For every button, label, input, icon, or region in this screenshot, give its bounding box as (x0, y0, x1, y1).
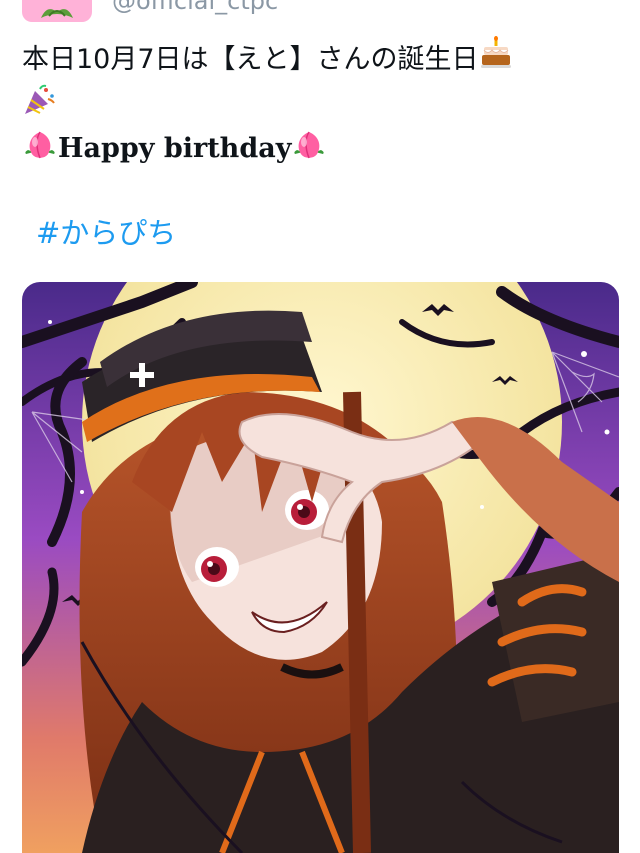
tweet-header: @official_ctpc (0, 0, 640, 24)
leaf-logo-icon (41, 9, 73, 18)
peach-icon (291, 128, 327, 169)
tweet-media-image[interactable] (22, 282, 619, 853)
avatar[interactable] (22, 0, 92, 22)
tweet-text-line3: Happy birthday (58, 132, 292, 164)
user-handle[interactable]: @official_ctpc (112, 0, 278, 15)
illustration (22, 282, 619, 853)
party-popper-icon (22, 83, 56, 121)
tweet-text-line1: 本日10月7日は【えと】さんの誕生日 (22, 44, 479, 75)
tweet-text: 本日10月7日は【えと】さんの誕生日 Happy birthday (22, 36, 622, 168)
peach-icon (22, 128, 58, 169)
birthday-cake-icon (479, 36, 513, 84)
hashtag-link[interactable]: #からぴち (36, 210, 176, 252)
